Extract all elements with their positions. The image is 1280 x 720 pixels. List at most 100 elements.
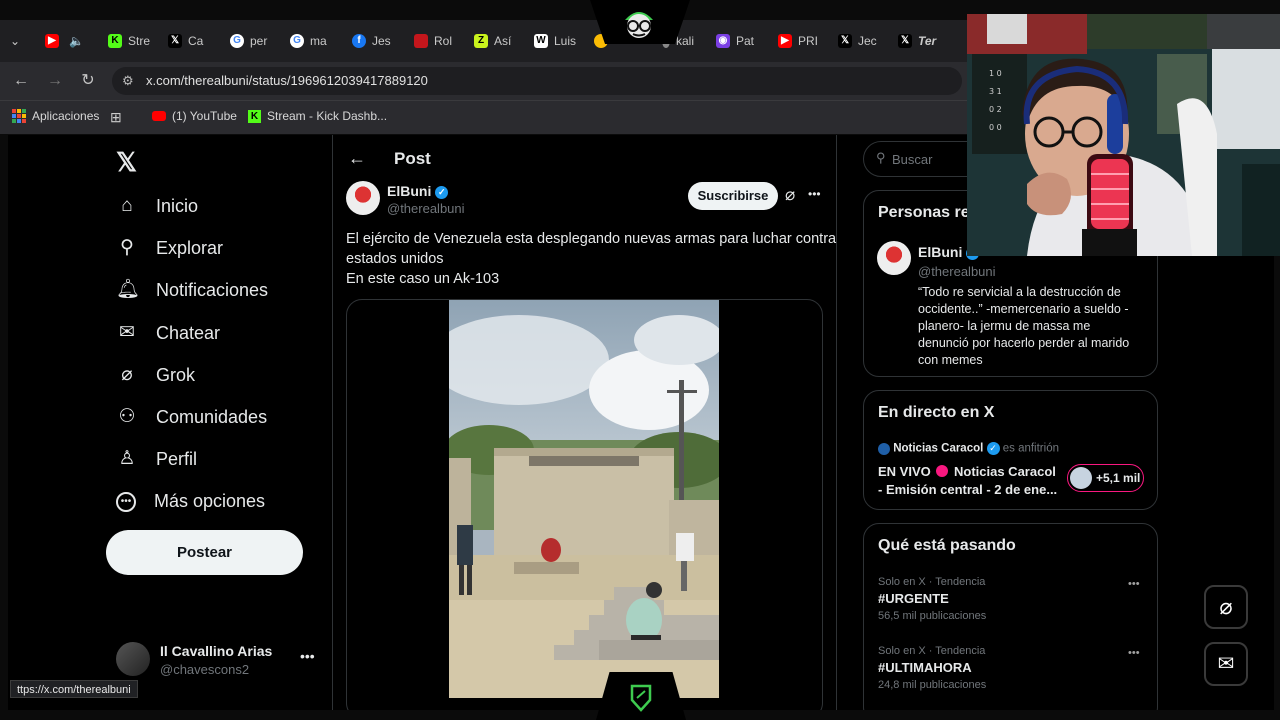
nav-item-perfil[interactable]: ♙ Perfil [116, 448, 197, 470]
grok-floating-button[interactable]: ⌀ [1204, 585, 1248, 629]
tab-list-button[interactable]: ⌄ [10, 30, 20, 52]
grok-icon: ⌀ [121, 364, 133, 385]
subscribe-button[interactable]: Suscribirse [688, 182, 778, 210]
browser-tab[interactable]: f Jes [352, 30, 394, 52]
nav-item-inicio[interactable]: ⌂ Inicio [116, 195, 198, 217]
more-dots-icon[interactable]: ••• [1128, 578, 1140, 590]
bookmark-kick[interactable]: K Stream - Kick Dashb... [248, 109, 387, 123]
bookmark-grid[interactable]: ⊞ [110, 109, 122, 126]
live-host: Noticias Caracol [893, 442, 984, 455]
author-handle[interactable]: @therealbuni [387, 201, 465, 216]
live-listeners-pill[interactable]: +5,1 mil [1067, 464, 1144, 492]
tab-label: ma [310, 34, 327, 48]
person-avatar[interactable] [877, 241, 911, 275]
more-dots-icon[interactable]: ••• [808, 187, 821, 201]
post-text-line: estados unidos [346, 251, 444, 267]
bookmark-label: (1) YouTube [172, 109, 237, 123]
post-video[interactable] [449, 300, 719, 698]
roblox-icon [414, 34, 428, 48]
tab-label: Stre [128, 34, 150, 48]
grok-icon[interactable]: ⌀ [785, 185, 795, 205]
live-host-row[interactable]: Noticias Caracol ✓ es anfitrión [878, 442, 1059, 455]
live-title-line1[interactable]: EN VIVO Noticias Caracol [878, 464, 1056, 479]
post-button[interactable]: Postear [106, 530, 303, 575]
svg-text:0 0: 0 0 [989, 123, 1002, 132]
post-column: ← Post ElBuni ✓ @therealbuni Suscribirse… [332, 135, 837, 710]
browser-tab[interactable]: K Stre [108, 30, 150, 52]
browser-tab[interactable]: Z Así [474, 30, 516, 52]
back-arrow-icon[interactable]: ← [10, 70, 32, 92]
live-prefix: EN VIVO [878, 464, 931, 479]
nav-label: Comunidades [156, 406, 268, 427]
svg-text:0 2: 0 2 [989, 105, 1002, 114]
account-handle: @chavescons2 [160, 662, 250, 677]
trend-context: Solo en X · Tendencia [878, 576, 986, 588]
bookmark-youtube[interactable]: (1) YouTube [152, 109, 237, 123]
kick-icon: K [248, 109, 261, 123]
browser-tab[interactable]: Gper [230, 30, 272, 52]
google-icon: G [290, 34, 304, 48]
nav-label: Chatear [156, 322, 221, 343]
bookmarks-bar: Aplicaciones ⊞ (1) YouTube K Stream - Kic… [0, 100, 970, 134]
card-title: Qué está pasando [878, 537, 1016, 554]
chevron-down-icon: ⌄ [10, 34, 21, 48]
address-bar[interactable]: ⚙ x.com/therealbuni/status/1969612039417… [112, 67, 962, 95]
browser-tab[interactable]: 𝕏 Jec [838, 30, 880, 52]
bio-line: “Todo re servicial a la destrucción de [918, 285, 1121, 299]
x-icon: 𝕏 [168, 34, 182, 48]
nav-label: Explorar [156, 237, 224, 258]
browser-tab[interactable]: 𝕏 Ter [898, 30, 942, 52]
status-bar-url: ttps://x.com/therealbuni [10, 680, 138, 698]
kick-icon: K [108, 34, 122, 48]
post-text: El ejército de Venezuela esta desplegand… [346, 229, 836, 289]
messages-floating-button[interactable]: ✉ [1204, 642, 1248, 686]
more-dots-icon[interactable]: ••• [1128, 647, 1140, 659]
nav-item-explorar[interactable]: ⚲ Explorar [116, 237, 223, 259]
url-text: x.com/therealbuni/status/196961203941788… [146, 73, 428, 88]
trends-card: Qué está pasando Solo en X · Tendencia #… [863, 523, 1158, 710]
reload-icon[interactable]: ↻ [77, 70, 99, 92]
forward-arrow-icon[interactable]: → [44, 70, 66, 92]
person-icon: ♙ [118, 448, 136, 469]
live-title-rest: Noticias Caracol [954, 464, 1056, 479]
account-switcher[interactable]: Il Cavallino Arias @chavescons2 ••• [116, 640, 326, 680]
browser-tab[interactable]: ◉ Pat [716, 30, 758, 52]
browser-tab[interactable]: W Luis [534, 30, 576, 52]
communities-icon: ⚇ [118, 406, 136, 427]
tab-label: Así [494, 34, 512, 48]
more-dots-icon[interactable]: ••• [300, 648, 315, 664]
patreon-icon: ◉ [716, 34, 730, 48]
bookmark-apps[interactable]: Aplicaciones [12, 109, 99, 123]
streamer-camera-image: 1 0 3 1 0 2 0 0 [967, 14, 1280, 256]
trend-context: Solo en X · Tendencia [878, 645, 986, 657]
back-arrow-icon[interactable]: ← [348, 148, 366, 169]
live-title-line2[interactable]: - Emisión central - 2 de ene... [878, 482, 1057, 497]
site-settings-icon[interactable]: ⚙ [122, 67, 134, 95]
nav-item-notificaciones[interactable]: 🔔︎ Notificaciones [116, 279, 268, 301]
browser-tab[interactable]: ▶ 🔈 [45, 30, 84, 52]
trend-item[interactable]: Solo en X · Tendencia #ULTIMAHORA 24,8 m… [878, 645, 1148, 705]
x-logo-icon[interactable]: 𝕏 [116, 147, 137, 178]
trend-count: 24,8 mil publicaciones [878, 679, 987, 691]
avatar [116, 642, 150, 676]
live-host-suffix: es anfitrión [1002, 442, 1059, 455]
bio-line: planero- la jermu de massa me [918, 319, 1091, 333]
author-name: ElBuni [387, 183, 432, 199]
nav-item-grok[interactable]: ⌀ Grok [116, 364, 195, 386]
bio-line: con memes [918, 353, 983, 367]
browser-tab[interactable]: ▶ PRI [778, 30, 820, 52]
tab-label: kali [676, 34, 695, 48]
nav-item-comunidades[interactable]: ⚇ Comunidades [116, 406, 267, 428]
wikipedia-icon: W [534, 34, 548, 48]
nav-item-mas-opciones[interactable]: ••• Más opciones [116, 491, 265, 512]
trend-item[interactable]: Solo en X · Tendencia #URGENTE 56,5 mil … [878, 576, 1148, 636]
author-avatar[interactable] [346, 181, 380, 215]
author-name-row[interactable]: ElBuni ✓ [387, 183, 449, 199]
bookmark-label: Aplicaciones [32, 109, 100, 123]
browser-tab[interactable]: Rol [414, 30, 456, 52]
browser-tab[interactable]: 𝕏 Ca [168, 30, 210, 52]
nav-item-chatear[interactable]: ✉ Chatear [116, 322, 220, 344]
search-icon: ⚲ [876, 150, 886, 165]
youtube-icon: ▶ [45, 34, 59, 48]
browser-tab[interactable]: Gma [290, 30, 332, 52]
